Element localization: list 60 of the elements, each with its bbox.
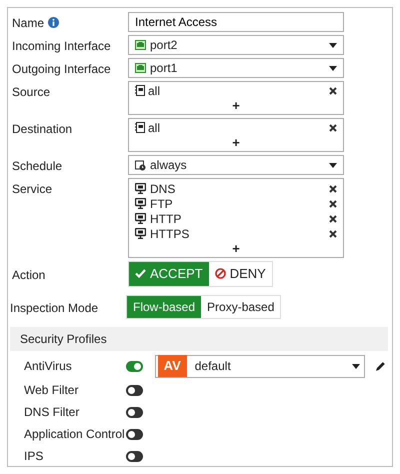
monitor-icon [135, 183, 146, 194]
calendar-clock-icon [135, 160, 146, 170]
service-name: FTP [150, 196, 173, 212]
av-badge: AV [158, 355, 187, 377]
edit-icon[interactable] [375, 360, 386, 372]
field-label: Name [12, 16, 44, 30]
interface-dropdown[interactable]: port1 [128, 58, 344, 78]
monitor-icon [135, 213, 146, 224]
check-icon [135, 269, 146, 278]
field-label: Action [12, 268, 46, 282]
address-name: all [148, 82, 160, 100]
toggle-switch[interactable] [126, 428, 143, 440]
service-name: HTTPS [150, 226, 190, 242]
monitor-icon [135, 198, 146, 209]
toggle-switch[interactable] [126, 360, 143, 372]
service-name: DNS [150, 180, 176, 198]
profile-label: DNS Filter [24, 404, 80, 421]
remove-icon[interactable] [329, 124, 337, 132]
remove-icon[interactable] [329, 184, 337, 192]
dropdown-caret-icon [329, 42, 337, 48]
field-label: Destination [12, 122, 72, 136]
field-label: Source [12, 85, 50, 99]
dropdown-caret-icon [329, 162, 337, 168]
field-label: Outgoing Interface [12, 62, 111, 76]
prohibited-icon [214, 268, 226, 280]
toggle-switch[interactable] [126, 450, 143, 462]
field-label: Incoming Interface [12, 39, 111, 53]
field-label: Service [12, 182, 52, 196]
add-button[interactable]: + [226, 241, 246, 257]
profile-label: Application Control [24, 426, 126, 443]
remove-icon[interactable] [329, 200, 337, 208]
remove-icon[interactable] [329, 86, 337, 94]
section-header: Security Profiles [10, 326, 388, 350]
service-name: HTTP [150, 210, 182, 228]
network-port-icon [135, 63, 146, 73]
address-book-icon [135, 122, 145, 133]
field-label: Schedule [12, 159, 62, 173]
add-button[interactable]: + [226, 98, 246, 114]
toggle-switch[interactable] [126, 406, 143, 418]
profile-label: Web Filter [24, 382, 80, 399]
profile-dropdown[interactable]: AV default [154, 354, 366, 378]
action-toggle[interactable]: ACCEPT [129, 262, 209, 286]
add-button[interactable]: + [226, 135, 246, 151]
remove-icon[interactable] [329, 230, 337, 238]
toggle-switch[interactable] [126, 384, 143, 396]
remove-icon[interactable] [329, 214, 337, 222]
interface-dropdown[interactable]: port2 [128, 35, 344, 55]
info-icon[interactable] [48, 17, 60, 28]
monitor-icon [135, 228, 146, 239]
dropdown-caret-icon [352, 364, 360, 368]
address-name: all [148, 120, 160, 136]
address-book-icon [135, 85, 145, 96]
schedule-dropdown[interactable]: always [128, 155, 344, 175]
inspection-mode-toggle[interactable]: Flow-based [127, 296, 202, 318]
dropdown-caret-icon [329, 66, 337, 70]
profile-label: AntiVirus [24, 358, 73, 375]
profile-label: IPS [24, 448, 44, 465]
name-field[interactable]: Internet Access [128, 12, 344, 32]
network-port-icon [135, 40, 146, 50]
field-label: Inspection Mode [10, 300, 98, 314]
